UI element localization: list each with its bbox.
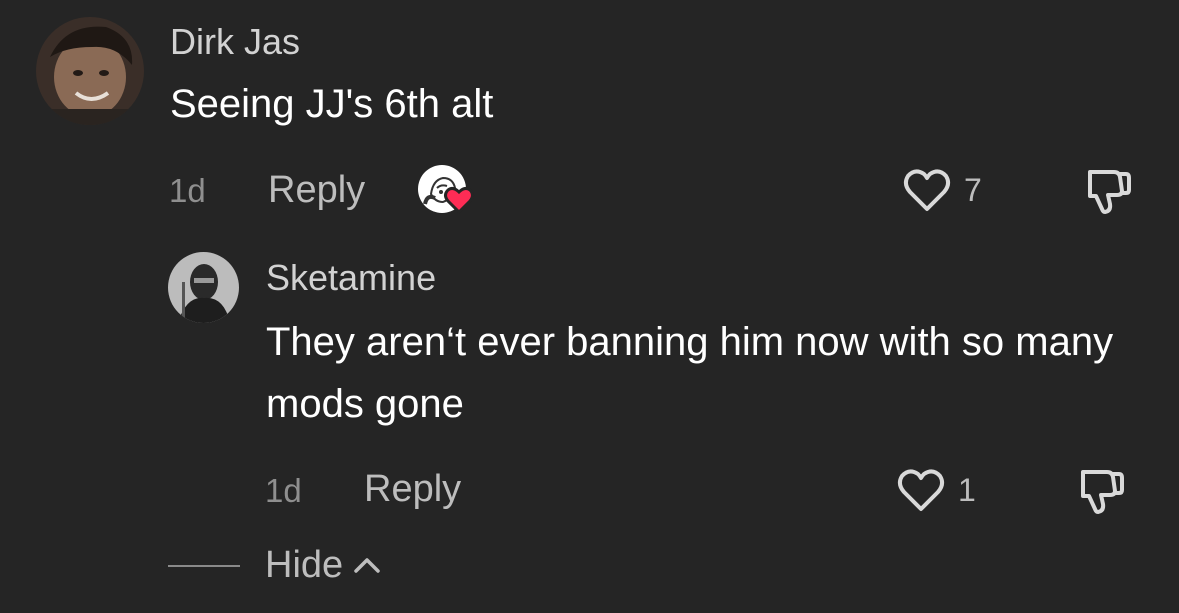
creator-liked-badge [417,164,477,215]
reply-like-button[interactable]: 1 [896,467,976,513]
reply-text: They aren‘t ever banning him now with so… [266,320,1114,426]
heart-outline-icon [897,469,945,511]
thread-divider-line [168,565,240,567]
comment-timestamp: 1d [169,172,206,209]
chevron-up-icon [354,558,380,573]
avatar-dirk-jas[interactable] [36,17,144,125]
like-button[interactable]: 7 [902,167,982,213]
comment-username[interactable]: Dirk Jas [170,24,300,60]
heart-outline-icon [903,169,951,211]
reply-button[interactable]: Reply [268,171,365,209]
comment-thread: Dirk Jas Seeing JJ's 6th alt 1d Reply 7 [0,0,1179,613]
reply-like-count: 1 [958,472,976,508]
avatar-sketamine[interactable] [168,252,239,323]
hide-replies-label: Hide [265,544,344,586]
reply-username[interactable]: Sketamine [266,260,436,296]
hide-replies-button[interactable]: Hide [265,546,381,584]
thumbs-down-icon [1081,470,1124,514]
thumbs-down-icon [1088,170,1131,214]
like-count: 7 [964,172,982,208]
comment-text: Seeing JJ's 6th alt [170,82,494,126]
reply-to-reply-button[interactable]: Reply [364,470,461,508]
dislike-button[interactable] [1082,166,1132,221]
reply-dislike-button[interactable] [1075,466,1125,521]
reply-timestamp: 1d [265,472,302,509]
